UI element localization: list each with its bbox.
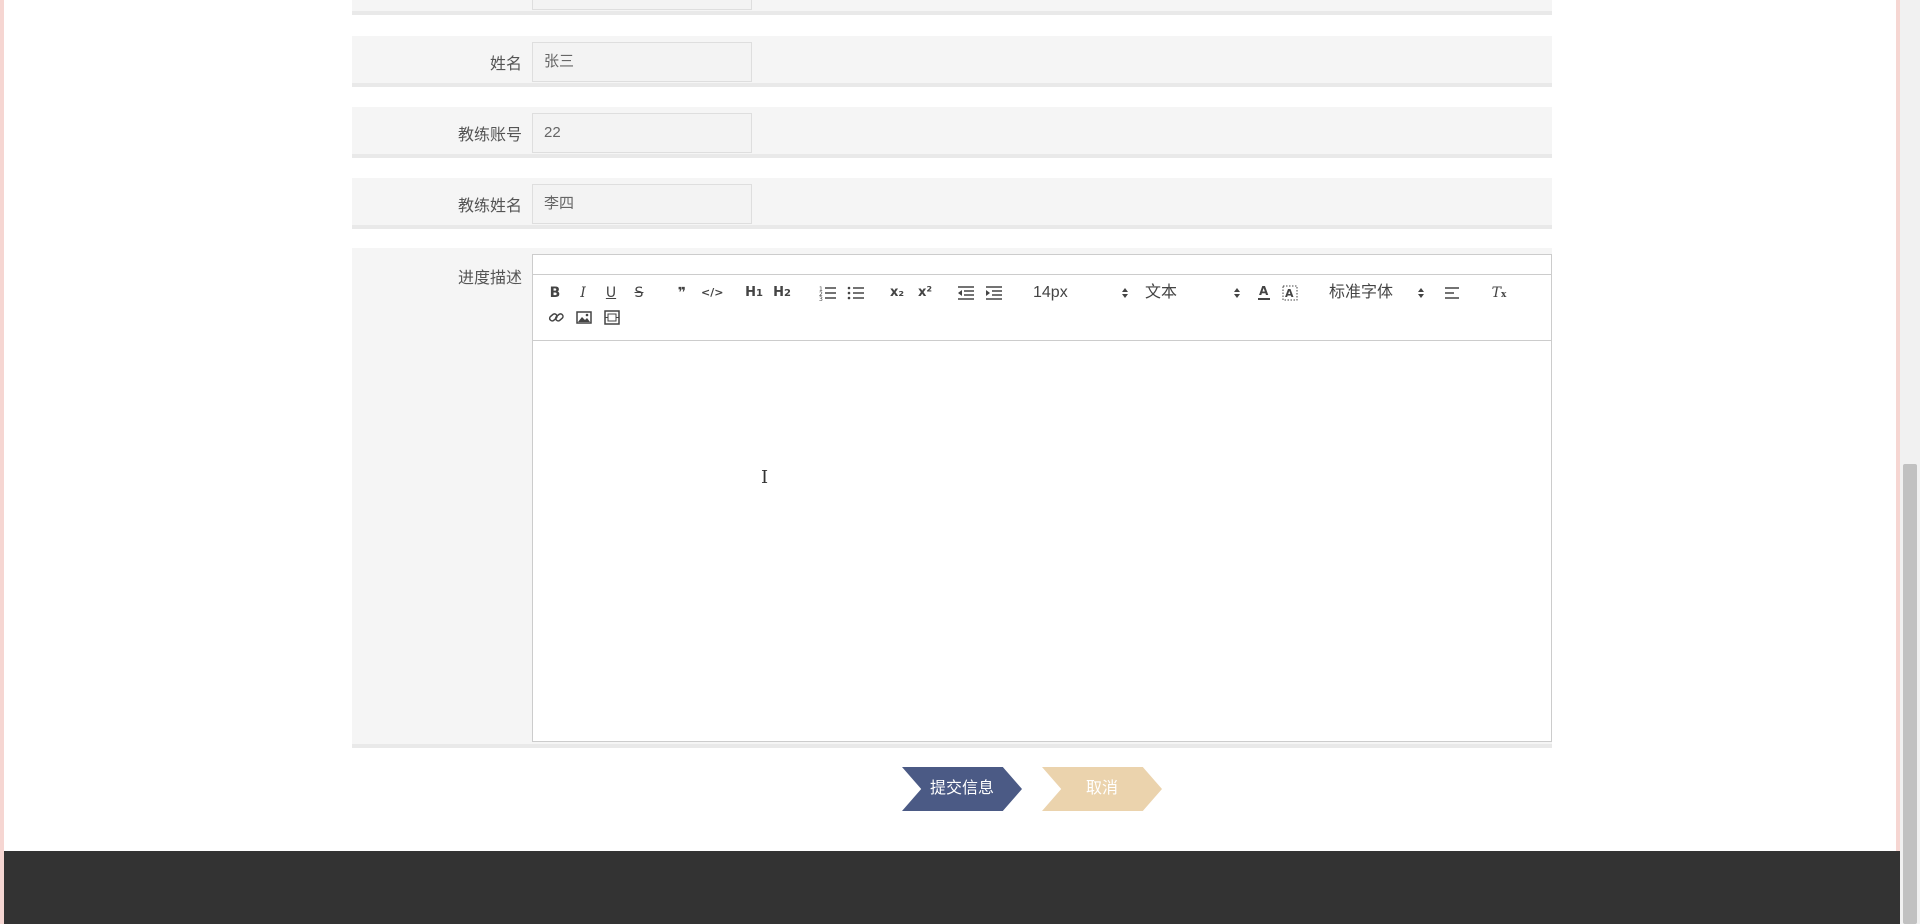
strike-button[interactable]: S (631, 283, 647, 303)
header-value: 文本 (1145, 284, 1178, 301)
page-viewport: 姓名 张三 教练账号 22 教练姓名 李四 进度描述 B I U S ❞ </>… (0, 0, 1920, 924)
coach-name-label: 教练姓名 (457, 198, 522, 215)
font-family-select[interactable]: 标准字体 (1329, 283, 1427, 303)
superscript-button[interactable]: x² (915, 283, 935, 303)
clean-format-button[interactable]: Tx (1489, 283, 1509, 303)
scrollbar-thumb[interactable] (1903, 464, 1917, 924)
editor-top-strip (533, 255, 1551, 275)
subscript-button[interactable]: x₂ (887, 283, 907, 303)
form-row-partial (352, 0, 1552, 15)
description-label: 进度描述 (457, 270, 522, 287)
link-icon[interactable] (547, 307, 565, 327)
name-label: 姓名 (489, 56, 522, 73)
outdent-icon[interactable] (957, 283, 975, 303)
page-footer (4, 851, 1900, 924)
submit-button[interactable]: 提交信息 (902, 767, 1022, 811)
code-block-button[interactable]: </> (701, 283, 723, 303)
font-size-value: 14px (1033, 284, 1068, 301)
coach-account-input[interactable]: 22 (532, 113, 752, 153)
svg-text:A: A (1259, 284, 1269, 298)
font-family-value: 标准字体 (1329, 284, 1394, 301)
indent-icon[interactable] (985, 283, 1003, 303)
header-select[interactable]: 文本 (1145, 283, 1243, 303)
align-left-icon[interactable] (1443, 283, 1461, 303)
text-cursor-icon: I (761, 467, 769, 488)
video-icon[interactable] (603, 307, 621, 327)
background-color-icon[interactable]: A (1281, 283, 1299, 303)
bold-button[interactable]: B (547, 283, 563, 303)
h2-button[interactable]: H2 (771, 283, 793, 303)
coach-account-label: 教练账号 (457, 127, 522, 144)
select-arrows-icon (1234, 288, 1240, 298)
font-size-select[interactable]: 14px (1033, 283, 1131, 303)
cancel-button[interactable]: 取消 (1042, 767, 1162, 811)
blockquote-button[interactable]: ❞ (673, 283, 691, 303)
page-edge-left (0, 0, 4, 924)
form-row-name: 姓名 张三 (352, 36, 1552, 87)
select-arrows-icon (1418, 288, 1424, 298)
h1-button[interactable]: H1 (743, 283, 765, 303)
svg-text:A: A (1285, 287, 1294, 300)
rich-text-editor: B I U S ❞ </> H1 H2 1 2 3 x₂ x² 14px 文本 … (532, 254, 1552, 742)
ordered-list-icon[interactable]: 1 2 3 (819, 283, 837, 303)
name-input[interactable]: 张三 (532, 42, 752, 82)
editor-content-area[interactable] (533, 341, 1551, 741)
form-row-coach-name: 教练姓名 李四 (352, 178, 1552, 229)
italic-button[interactable]: I (575, 283, 591, 303)
font-color-icon[interactable]: A (1255, 283, 1273, 303)
svg-text:3: 3 (819, 296, 823, 303)
bullet-list-icon[interactable] (847, 283, 865, 303)
underline-button[interactable]: U (603, 283, 619, 303)
partial-input[interactable] (532, 0, 752, 10)
form-row-coach-account: 教练账号 22 (352, 107, 1552, 158)
select-arrows-icon (1122, 288, 1128, 298)
image-icon[interactable] (575, 307, 593, 327)
editor-toolbar: B I U S ❞ </> H1 H2 1 2 3 x₂ x² 14px 文本 … (533, 275, 1551, 341)
coach-name-input[interactable]: 李四 (532, 184, 752, 224)
